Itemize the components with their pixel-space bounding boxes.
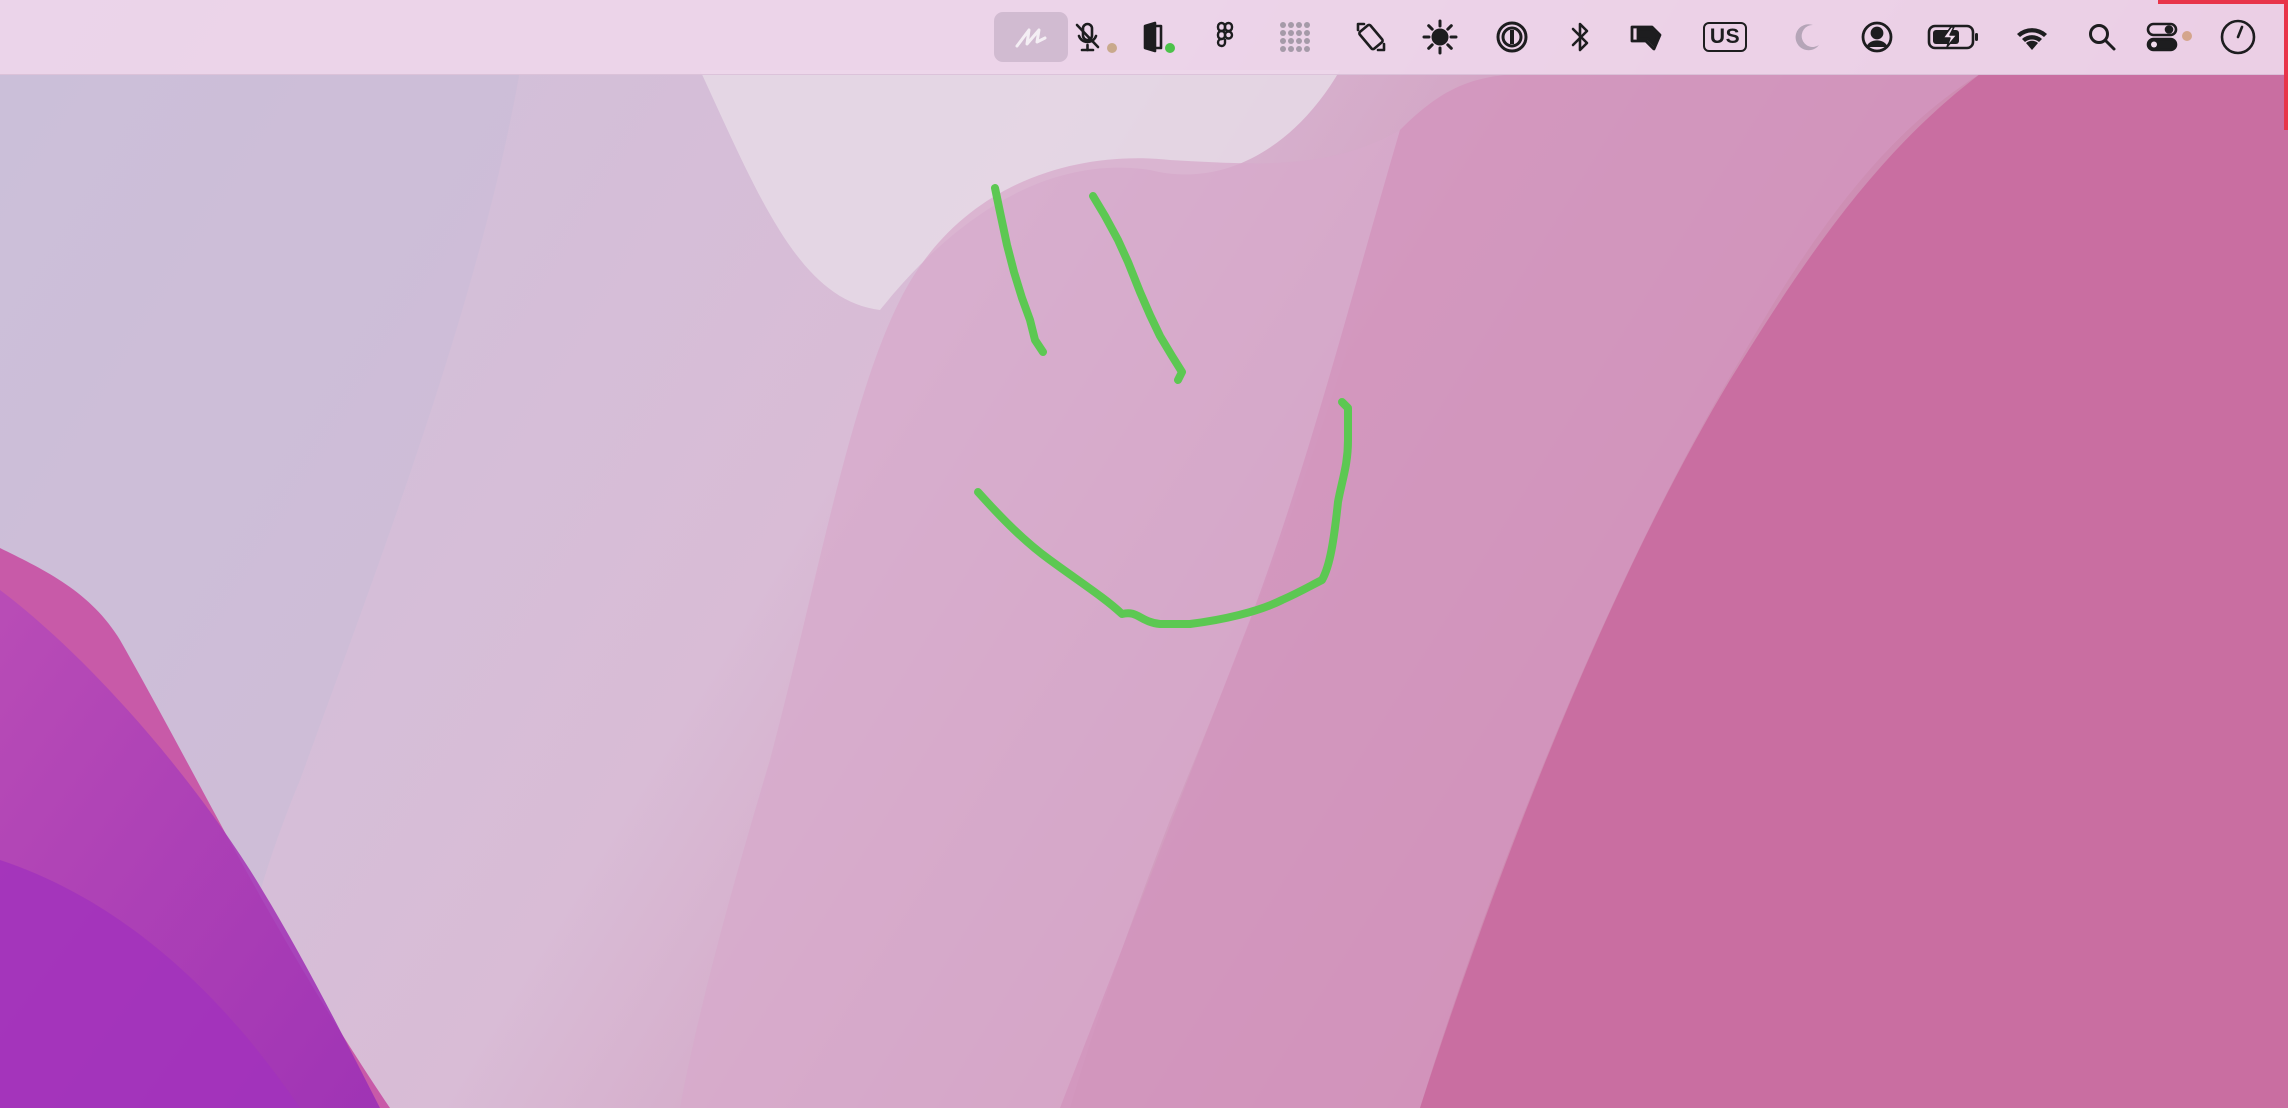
camera-status-dot: [1165, 43, 1175, 53]
user-account-icon[interactable]: [1845, 0, 1909, 74]
moon-icon[interactable]: [1775, 0, 1839, 74]
control-center-icon[interactable]: [2130, 0, 2194, 74]
screen-rotate-icon[interactable]: [1339, 0, 1403, 74]
figma-icon[interactable]: [1193, 0, 1257, 74]
desktop-wallpaper: [0, 0, 2288, 1108]
tag-icon[interactable]: [1614, 0, 1678, 74]
battery-charging-icon[interactable]: [1917, 0, 1991, 74]
control-center-status-dot: [2182, 31, 2192, 41]
bluetooth-icon[interactable]: [1548, 0, 1612, 74]
wifi-icon[interactable]: [2000, 0, 2064, 74]
camera-door-icon[interactable]: [1122, 0, 1186, 74]
microphone-icon[interactable]: [1056, 0, 1120, 74]
clock-icon[interactable]: [2206, 0, 2270, 74]
brightness-icon[interactable]: [1408, 0, 1472, 74]
app-grid-icon[interactable]: [1263, 0, 1327, 74]
screen-recording-indicator: [2158, 0, 2288, 4]
keyboard-layout-icon[interactable]: US: [1690, 0, 1760, 74]
menu-bar: US: [0, 0, 2288, 75]
search-icon[interactable]: [2070, 0, 2134, 74]
keyboard-layout-label: US: [1702, 22, 1748, 52]
screen-recording-edge: [2284, 0, 2288, 130]
mic-status-dot: [1107, 43, 1117, 53]
password-manager-icon[interactable]: [1480, 0, 1544, 74]
